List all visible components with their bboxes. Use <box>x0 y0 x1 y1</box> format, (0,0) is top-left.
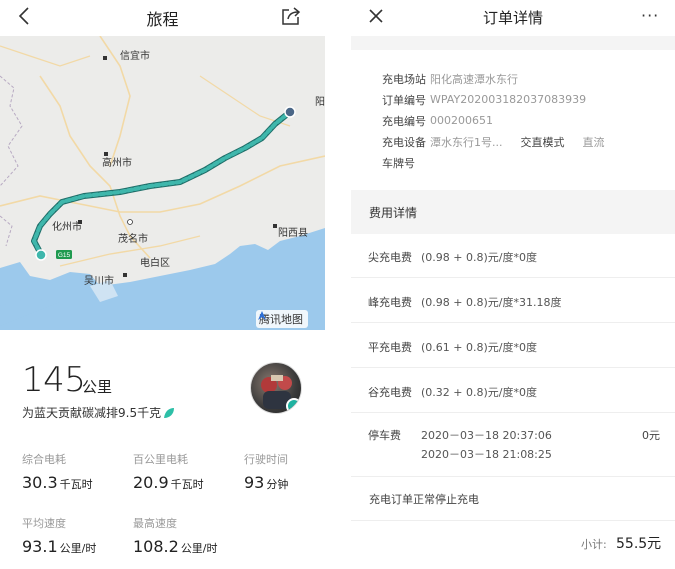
info-value: WPAY202003182037083939 <box>430 93 587 106</box>
order-header: 订单详情 ··· <box>351 0 675 36</box>
map-provider-badge: 腾讯地图 <box>256 310 308 328</box>
trip-distance: 145 <box>22 360 86 400</box>
panel-divider <box>325 0 351 569</box>
info-row-device: 充电设备 潭水东行1号... 交直模式 直流 <box>382 131 605 152</box>
highway-sign-label: G15 <box>58 252 71 259</box>
fee-value: (0.98 + 0.8)元/度*31.18度 <box>421 296 562 309</box>
metric-label: 百公里电耗 <box>133 453 188 466</box>
map-canvas: G15 <box>0 36 325 330</box>
info-value: 潭水东行1号... <box>430 135 503 149</box>
fee-label: 谷充电费 <box>368 386 412 399</box>
order-panel: 订单详情 ··· 充电场站 阳化高速潭水东行 订单编号 WPAY20200318… <box>351 0 675 569</box>
order-status: 充电订单正常停止充电 <box>369 493 479 506</box>
city-label: 茂名市 <box>118 234 148 245</box>
metric-value: 20.9 <box>133 473 169 492</box>
trip-stats: 145 公里 为蓝天贡献碳减排9.5千克 综合电耗 30.3 千瓦时 百公里电耗 … <box>0 340 325 569</box>
info-label: 充电场站 <box>382 72 426 86</box>
city-label: 阳 <box>315 97 325 108</box>
metric-unit: 千瓦时 <box>170 478 204 491</box>
metric-energy: 综合电耗 30.3 千瓦时 <box>22 451 93 492</box>
divider <box>351 520 675 521</box>
metric-drive-time: 行驶时间 93 分钟 <box>244 451 288 492</box>
metric-value: 30.3 <box>22 473 58 492</box>
avatar[interactable] <box>250 362 302 414</box>
fee-value: (0.61 + 0.8)元/度*0度 <box>421 341 537 354</box>
trip-distance-unit: 公里 <box>82 378 113 396</box>
co2-reduction: 为蓝天贡献碳减排9.5千克 <box>22 404 175 421</box>
tencent-map-icon <box>258 311 266 320</box>
info-label: 充电设备 <box>382 135 426 149</box>
city-label: 阳西县 <box>278 228 308 239</box>
metric-label: 综合电耗 <box>22 453 66 466</box>
subtotal-value: 55.5元 <box>616 536 662 552</box>
current-type: 直流 <box>582 135 605 149</box>
fee-row-peak: 峰充电费 (0.98 + 0.8)元/度*31.18度 <box>351 279 675 323</box>
info-row-station: 充电场站 阳化高速潭水东行 <box>382 68 605 89</box>
co2-text: 为蓝天贡献碳减排9.5千克 <box>22 406 162 420</box>
metric-label: 行驶时间 <box>244 453 288 466</box>
metric-label: 平均速度 <box>22 517 66 530</box>
city-label: 吴川市 <box>84 276 114 287</box>
verified-badge-icon <box>286 398 301 413</box>
metric-value: 93 <box>244 473 265 492</box>
page-title: 订单详情 <box>482 9 543 27</box>
fee-value: (0.98 + 0.8)元/度*0度 <box>421 251 537 264</box>
city-label: 信宜市 <box>120 51 150 62</box>
fee-label: 尖充电费 <box>368 251 412 264</box>
fee-section-title: 费用详情 <box>369 206 418 220</box>
route-map[interactable]: G15 信宜市 高州市 化州市 茂名市 电白区 吴川市 阳西县 阳 腾讯地图 <box>0 36 325 330</box>
metric-avg-speed: 平均速度 93.1 公里/时 <box>22 515 96 556</box>
order-info: 充电场站 阳化高速潭水东行 订单编号 WPAY20200318203708393… <box>382 68 605 173</box>
fee-section-header: 费用详情 <box>351 190 675 234</box>
fee-value: (0.32 + 0.8)元/度*0度 <box>421 386 537 399</box>
metric-energy-per-100km: 百公里电耗 20.9 千瓦时 <box>133 451 204 492</box>
fee-label: 峰充电费 <box>368 296 412 309</box>
fee-label: 平充电费 <box>368 341 412 354</box>
metric-value: 93.1 <box>22 537 58 556</box>
metric-max-speed: 最高速度 108.2 公里/时 <box>133 515 218 556</box>
metric-unit: 分钟 <box>266 478 289 491</box>
section-divider <box>351 36 675 50</box>
parking-start-time: 2020－03－18 20:37:06 <box>421 429 552 442</box>
fee-row-valley: 谷充电费 (0.32 + 0.8)元/度*0度 <box>351 369 675 413</box>
city-label: 化州市 <box>52 222 82 233</box>
metric-value: 108.2 <box>133 537 179 556</box>
metric-label: 最高速度 <box>133 517 177 530</box>
metric-unit: 千瓦时 <box>59 478 93 491</box>
share-icon[interactable] <box>280 5 302 27</box>
fee-row-sharp: 尖充电费 (0.98 + 0.8)元/度*0度 <box>351 234 675 278</box>
info-label: 订单编号 <box>382 93 426 107</box>
more-menu-icon[interactable]: ··· <box>641 6 659 25</box>
info-value: 000200651 <box>430 114 493 127</box>
parking-amount: 0元 <box>642 429 660 442</box>
city-label: 高州市 <box>102 158 132 169</box>
city-label: 电白区 <box>140 258 170 269</box>
subtotal-label: 小计: <box>581 538 607 551</box>
info-row-order: 订单编号 WPAY202003182037083939 <box>382 89 605 110</box>
info-label: 车牌号 <box>382 156 415 170</box>
fee-row-flat: 平充电费 (0.61 + 0.8)元/度*0度 <box>351 324 675 368</box>
info-row-plate: 车牌号 <box>382 152 605 173</box>
parking-fee-row: 停车费 2020－03－18 20:37:06 2020－03－18 21:08… <box>351 415 675 477</box>
metric-unit: 公里/时 <box>59 542 97 555</box>
trip-header: 旅程 <box>0 0 325 34</box>
page-title: 旅程 <box>146 10 179 29</box>
metric-unit: 公里/时 <box>180 542 218 555</box>
info-label: 充电编号 <box>382 114 426 128</box>
info-row-charger: 充电编号 000200651 <box>382 110 605 131</box>
parking-label: 停车费 <box>368 429 401 442</box>
leaf-icon <box>164 407 175 418</box>
trip-panel: 旅程 G15 信宜市 高州市 化州市 茂名市 电白区 吴川市 阳西县 阳 腾讯地… <box>0 0 325 569</box>
parking-end-time: 2020－03－18 21:08:25 <box>421 448 552 461</box>
info-value: 阳化高速潭水东行 <box>430 72 518 86</box>
charge-mode: 交直模式 <box>520 135 565 149</box>
